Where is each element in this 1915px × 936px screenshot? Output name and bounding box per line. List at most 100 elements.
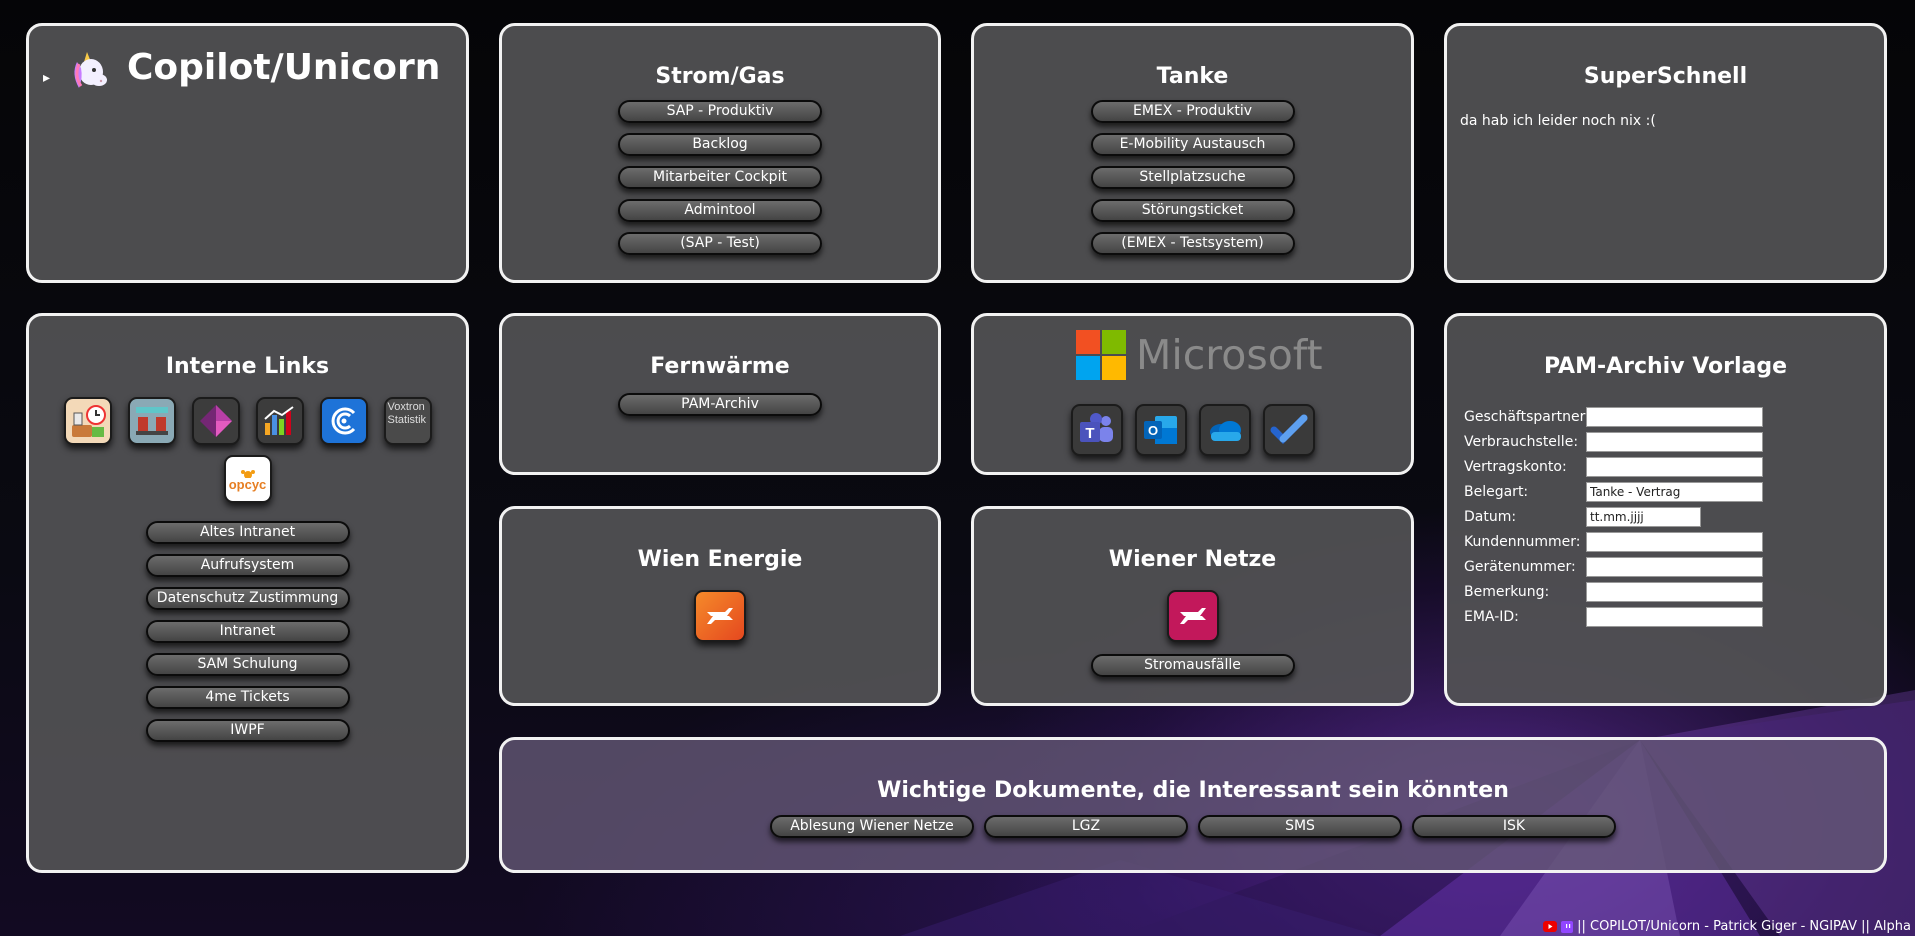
microsoft-squares-icon [1076, 330, 1126, 380]
button-label: Mitarbeiter Cockpit [653, 169, 787, 185]
datum-field[interactable] [1586, 506, 1701, 527]
panel-title: Tanke [1156, 64, 1229, 89]
admintool-button[interactable]: Admintool [618, 199, 822, 222]
opcyc-icon[interactable]: opcyc [223, 455, 272, 503]
footer: || COPILOT/Unicorn - Patrick Giger - NGI… [0, 917, 1915, 936]
microsoft-panel: Microsoft T O [971, 313, 1414, 475]
e-mobility-austausch-button[interactable]: E-Mobility Austausch [1090, 133, 1295, 156]
datenschutz-zustimmung-button[interactable]: Datenschutz Zustimmung [145, 587, 350, 610]
twitch-icon[interactable] [1561, 920, 1574, 933]
geschaeftspartner-field[interactable] [1586, 406, 1763, 427]
brand-panel: ▸ Copilot/Unicorn [26, 23, 469, 283]
4me-tickets-button[interactable]: 4me Tickets [145, 686, 350, 709]
microsoft-logo: Microsoft [1076, 330, 1323, 380]
stromausfaelle-button[interactable]: Stromausfälle [1090, 654, 1295, 677]
stellplatzsuche-button[interactable]: Stellplatzsuche [1090, 166, 1295, 189]
sms-button[interactable]: SMS [1198, 815, 1402, 838]
button-label: (SAP - Test) [680, 235, 760, 251]
verbrauchstelle-field[interactable] [1586, 431, 1763, 452]
field-label: Verbrauchstelle: [1464, 433, 1579, 450]
sap-produktiv-button[interactable]: SAP - Produktiv [618, 100, 822, 123]
emex-testsystem-button[interactable]: (EMEX - Testsystem) [1090, 232, 1295, 255]
altes-intranet-button[interactable]: Altes Intranet [145, 521, 350, 544]
button-label: SAP - Produktiv [666, 103, 774, 119]
aufrufsystem-button[interactable]: Aufrufsystem [145, 554, 350, 577]
field-label: Bemerkung: [1464, 583, 1550, 600]
footer-text: || COPILOT/Unicorn - Patrick Giger - NGI… [1577, 919, 1911, 934]
isk-button[interactable]: ISK [1412, 815, 1616, 838]
wien-energie-panel: Wien Energie [499, 506, 941, 706]
ema-id-field[interactable] [1586, 606, 1763, 627]
lgz-button[interactable]: LGZ [984, 815, 1188, 838]
panel-title: PAM-Archiv Vorlage [1543, 354, 1788, 379]
mitarbeiter-cockpit-button[interactable]: Mitarbeiter Cockpit [618, 166, 822, 189]
sam-schulung-button[interactable]: SAM Schulung [145, 653, 350, 676]
button-label: Störungsticket [1141, 202, 1244, 218]
interne-links-panel: Interne Links Voxtron Statistik opcyc Al… [26, 313, 469, 873]
button-label: IWPF [230, 722, 265, 738]
iwpf-button[interactable]: IWPF [145, 719, 350, 742]
geraetenummer-field[interactable] [1586, 556, 1763, 577]
bemerkung-field[interactable] [1586, 581, 1763, 602]
field-label: Vertragskonto: [1464, 458, 1567, 475]
field-label: Datum: [1464, 508, 1517, 525]
wichtige-dokumente-panel: Wichtige Dokumente, die Interessant sein… [499, 737, 1887, 873]
vertragskonto-field[interactable] [1586, 456, 1763, 477]
pam-archiv-vorlage-panel: PAM-Archiv Vorlage Geschäftspartner: Ver… [1444, 313, 1887, 706]
belegart-field[interactable] [1586, 481, 1763, 502]
youtube-icon[interactable] [1543, 921, 1558, 932]
field-label: Gerätenummer: [1464, 558, 1576, 575]
power-apps-icon[interactable] [191, 397, 240, 445]
button-label: LGZ [1071, 818, 1101, 834]
teams-icon[interactable]: T [1070, 404, 1123, 456]
kundennummer-field[interactable] [1586, 531, 1763, 552]
field-label: EMA-ID: [1464, 608, 1519, 625]
superschnell-panel: SuperSchnell da hab ich leider noch nix … [1444, 23, 1887, 283]
sync-c-icon[interactable] [319, 397, 368, 445]
voxtron-icon[interactable]: Voxtron Statistik [383, 397, 432, 445]
ablesung-wiener-netze-button[interactable]: Ablesung Wiener Netze [770, 815, 974, 838]
button-label: SAM Schulung [197, 656, 298, 672]
svg-text:T: T [1085, 425, 1094, 442]
outlook-icon[interactable]: O [1134, 404, 1187, 456]
emex-produktiv-button[interactable]: EMEX - Produktiv [1090, 100, 1295, 123]
strom-gas-panel: Strom/Gas SAP - Produktiv Backlog Mitarb… [499, 23, 941, 283]
button-label: Intranet [219, 623, 276, 639]
wiener-netze-panel: Wiener Netze Stromausfälle [971, 506, 1414, 706]
todo-icon[interactable] [1262, 404, 1315, 456]
panel-title: Wichtige Dokumente, die Interessant sein… [877, 778, 1509, 803]
button-label: ISK [1502, 818, 1526, 834]
seating-icon[interactable] [127, 397, 176, 445]
panel-title: Wiener Netze [1108, 547, 1277, 572]
onedrive-icon[interactable] [1198, 404, 1251, 456]
unicorn-icon [67, 48, 111, 97]
button-label: Backlog [692, 136, 748, 152]
expander-toggle[interactable]: ▸ [43, 69, 50, 86]
svg-text:O: O [1147, 423, 1157, 438]
fernwaerme-panel: Fernwärme PAM-Archiv [499, 313, 941, 475]
intranet-button[interactable]: Intranet [145, 620, 350, 643]
statistics-icon[interactable] [255, 397, 304, 445]
canteen-menu-icon[interactable] [63, 397, 112, 445]
backlog-button[interactable]: Backlog [618, 133, 822, 156]
panel-title: SuperSchnell [1583, 64, 1748, 89]
button-label: Aufrufsystem [200, 557, 295, 573]
pam-form: Geschäftspartner: Verbrauchstelle: Vertr… [1464, 404, 1763, 629]
wien-energie-logo-icon[interactable] [694, 590, 746, 642]
opcyc-label: opcyc [228, 476, 267, 492]
panel-title: Wien Energie [637, 547, 803, 572]
button-label: Datenschutz Zustimmung [156, 590, 339, 606]
stoerungsticket-button[interactable]: Störungsticket [1090, 199, 1295, 222]
wiener-netze-logo-icon[interactable] [1166, 590, 1219, 642]
superschnell-text: da hab ich leider noch nix :( [1460, 113, 1656, 129]
app-title: Copilot/Unicorn [127, 47, 441, 88]
microsoft-wordmark: Microsoft [1136, 331, 1323, 379]
panel-title: Strom/Gas [655, 64, 785, 89]
pam-archiv-button[interactable]: PAM-Archiv [618, 393, 822, 416]
sap-test-button[interactable]: (SAP - Test) [618, 232, 822, 255]
button-label: 4me Tickets [205, 689, 290, 705]
field-label: Belegart: [1464, 483, 1529, 500]
button-label: Stellplatzsuche [1139, 169, 1246, 185]
button-label: EMEX - Produktiv [1132, 103, 1253, 119]
button-label: PAM-Archiv [681, 396, 759, 412]
